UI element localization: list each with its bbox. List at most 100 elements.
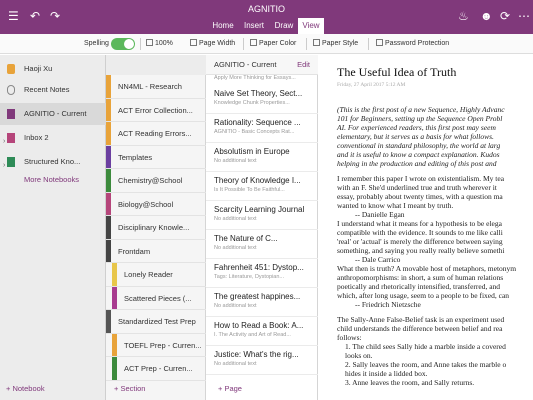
section-item[interactable]: TOEFL Prep - Curren... (106, 333, 206, 357)
section-item[interactable]: Scattered Pieces (... (106, 286, 206, 310)
section-label: Templates (118, 152, 153, 162)
note-text-line: What then is truth? A movable host of me… (337, 264, 517, 273)
note-text-line: -- Friedrich Nietzsche (355, 300, 421, 309)
section-color-tab (106, 169, 111, 192)
section-item[interactable]: ACT Prep - Curren... (106, 357, 206, 381)
notebook-label: Inbox 2 (24, 133, 49, 142)
section-color-tab (106, 239, 111, 263)
section-color-tab (106, 192, 111, 216)
section-item[interactable]: Biology@School (106, 192, 206, 216)
note-text-line: 2. Sally leaves the room, and Anne takes… (345, 360, 507, 369)
tab-view[interactable]: View (298, 18, 324, 34)
paper-color-button[interactable]: Paper Color (250, 39, 296, 49)
paper-style-icon (313, 39, 320, 46)
spelling-toggle[interactable] (111, 38, 135, 50)
edit-button[interactable]: Edit (297, 55, 310, 75)
section-item[interactable]: Standardized Test Prep (106, 310, 206, 334)
note-text-line: helping in the production and editing of… (337, 159, 497, 168)
toolbar-divider (140, 38, 141, 50)
zoom-label: 100% (155, 40, 173, 47)
notebook-label: AGNITIO - Current (24, 109, 87, 118)
page-preview-text: Tags: Literature, Dystopian... (214, 274, 285, 280)
page-item[interactable]: The Nature of C... No additional text (206, 230, 318, 259)
note-text-line: 3. Anne leaves the room, and Sally retur… (345, 378, 475, 387)
section-item[interactable]: Frontdam (106, 239, 206, 263)
toolbar-divider (243, 38, 244, 50)
share-icon[interactable]: ⟳ (500, 9, 510, 23)
section-item[interactable]: Templates (106, 145, 206, 169)
tab-insert[interactable]: Insert (240, 18, 268, 34)
page-item[interactable]: Theory of Knowledge I... Is It Possible T… (206, 172, 318, 201)
notebook-icon (7, 109, 15, 119)
section-item[interactable]: Disciplinary Knowle... (106, 216, 206, 240)
password-protection-button[interactable]: Password Protection (376, 39, 449, 49)
notebook-item-structured[interactable]: › Structured Kno... (0, 151, 106, 173)
view-toolbar: Spelling 100% Page Width Paper Color Pap… (0, 34, 533, 54)
note-text-line: and it is useful to know a compact expla… (337, 150, 500, 159)
page-preview-text: No additional text (214, 245, 257, 251)
note-text-line: The Sally-Anne False-Belief task is an e… (337, 315, 505, 324)
notebook-item-inbox[interactable]: › Inbox 2 (0, 127, 106, 149)
chevron-right-icon[interactable]: › (3, 155, 5, 173)
section-item[interactable]: Lonely Reader (106, 263, 206, 287)
page-title: The greatest happines... (214, 292, 301, 301)
note-timestamp: Friday, 27 April 2017 5:12 AM (337, 82, 406, 88)
password-protection-label: Password Protection (385, 40, 450, 47)
note-text-line: hides it inside a lidded box. (345, 369, 428, 378)
page-item[interactable]: Rationality: Sequence ... AGNITIO - Basic… (206, 114, 318, 143)
page-title: Fahrenheit 451: Dystop... (214, 263, 304, 272)
lock-icon (376, 39, 383, 46)
page-title: Justice: What's the rig... (214, 350, 299, 359)
tab-draw[interactable]: Draw (272, 18, 296, 34)
note-title[interactable]: The Useful Idea of Truth (337, 65, 456, 80)
sections-pane: NN4ML - Research ACT Error Collection... A… (106, 55, 206, 400)
section-label: Scattered Pieces (... (124, 293, 192, 303)
add-page-button[interactable]: + Page (218, 384, 242, 393)
bell-icon[interactable]: ♨ (458, 9, 469, 23)
section-label: NN4ML - Research (118, 82, 182, 91)
notebook-item-agnitio[interactable]: AGNITIO - Current (0, 103, 106, 125)
notebook-item-recent-notes[interactable]: Recent Notes (0, 79, 106, 101)
page-item[interactable]: How to Read a Book: A... I. The Activity … (206, 317, 318, 346)
page-item[interactable]: Naive Set Theory, Sect... Knowledge Chunk… (206, 85, 318, 114)
section-item[interactable]: NN4ML - Research (106, 75, 206, 99)
more-icon[interactable]: ⋯ (518, 9, 530, 23)
page-item[interactable]: The greatest happines... No additional te… (206, 288, 318, 317)
page-width-button[interactable]: Page Width (190, 39, 235, 49)
section-color-tab (106, 216, 111, 239)
zoom-icon (146, 39, 153, 46)
zoom-button[interactable]: 100% (146, 39, 173, 49)
add-section-button[interactable]: + Section (114, 384, 145, 393)
section-item[interactable]: ACT Reading Errors... (106, 122, 206, 146)
user-account[interactable]: Haoji Xu (0, 58, 106, 80)
sections-header (106, 55, 206, 75)
page-item[interactable]: Scarcity Learning Journal No additional t… (206, 201, 318, 230)
avatar (7, 64, 15, 74)
tab-home[interactable]: Home (210, 18, 236, 34)
paper-color-icon (250, 39, 257, 46)
section-label: ACT Prep - Curren... (124, 364, 193, 373)
chevron-right-icon[interactable]: › (3, 131, 5, 149)
page-preview-text: No additional text (214, 158, 257, 164)
page-preview-text: AGNITIO - Basic Concepts Rat... (214, 129, 295, 135)
more-notebooks-link[interactable]: More Notebooks (24, 175, 79, 184)
page-title: Absolutism in Europe (214, 147, 290, 156)
notebook-label: Recent Notes (24, 85, 70, 94)
section-label: Disciplinary Knowle... (118, 223, 190, 232)
section-label: Lonely Reader (124, 270, 173, 279)
spelling-label: Spelling (84, 40, 109, 47)
note-text-line: poetically and rhetorically intensified,… (337, 282, 501, 291)
page-item[interactable]: Fahrenheit 451: Dystop... Tags: Literatur… (206, 259, 318, 288)
note-canvas[interactable]: The Useful Idea of Truth Friday, 27 Apri… (318, 55, 533, 400)
add-user-icon[interactable]: ☻ (480, 9, 493, 23)
section-item[interactable]: Chemistry@School (106, 169, 206, 193)
section-label: TOEFL Prep - Curren... (124, 340, 202, 350)
add-notebook-button[interactable]: + Notebook (6, 384, 45, 393)
page-item[interactable]: Justice: What's the rig... No additional … (206, 346, 318, 375)
user-name: Haoji Xu (24, 64, 53, 73)
page-item[interactable]: Absolutism in Europe No additional text (206, 143, 318, 172)
section-label: ACT Error Collection... (118, 105, 193, 115)
section-item[interactable]: ACT Error Collection... (106, 98, 206, 122)
note-text-line: something, and saying you really really … (337, 246, 505, 255)
paper-style-button[interactable]: Paper Style (313, 39, 358, 49)
